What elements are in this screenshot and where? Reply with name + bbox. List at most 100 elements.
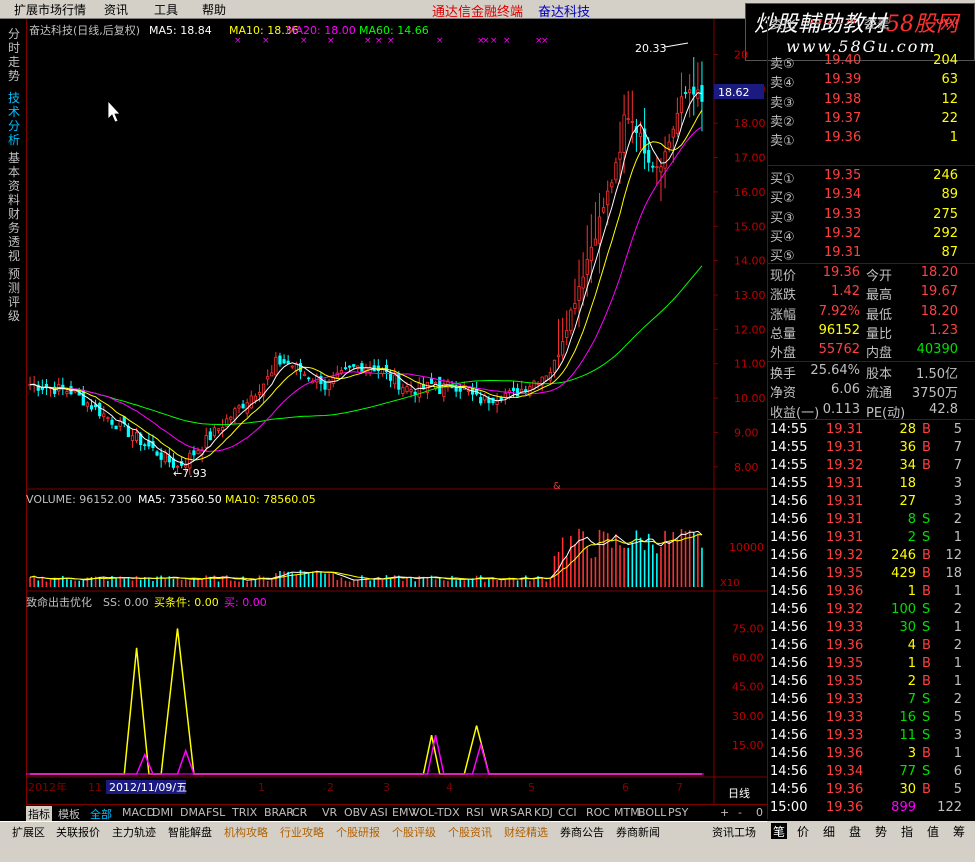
toolbar-wr[interactable]: WR (490, 806, 509, 819)
toolbar-psy[interactable]: PSY (668, 806, 688, 819)
price-tick: 14.00 (734, 255, 766, 268)
window-bottom (0, 839, 975, 862)
toolbar-vol-tdx[interactable]: VOL-TDX (412, 806, 460, 819)
statusbar-item[interactable]: 财经精选 (504, 824, 548, 840)
tab-technical[interactable]: 技术分析 (8, 91, 22, 151)
right-tab[interactable]: 势 (875, 823, 887, 840)
statusbar-item[interactable]: 个股资讯 (448, 824, 492, 840)
candle-body (618, 151, 622, 160)
toolbar-template[interactable]: 模板 (58, 806, 80, 822)
candle-body (405, 386, 409, 393)
statusbar-item[interactable]: 智能解盘 (168, 824, 212, 840)
statusbar-item[interactable]: 行业攻略 (280, 824, 324, 840)
kline-chart[interactable]: 奋达科技(日线,后复权) MA5: 18.84 MA10: 18.36 MA20… (26, 19, 767, 804)
candle-body (229, 416, 233, 420)
candle-body (622, 114, 626, 153)
right-tab[interactable]: 细 (823, 823, 835, 840)
candle-body (663, 151, 667, 169)
indicator-tick: 30.00 (732, 710, 764, 723)
ask-row: 卖④ 19.39 63 (770, 72, 958, 92)
toolbar-cr[interactable]: CR (292, 806, 307, 819)
toolbar-indicator[interactable]: 指标 (26, 806, 52, 822)
statusbar-item[interactable]: 个股评级 (392, 824, 436, 840)
tab-forecast[interactable]: 预测评级 (8, 267, 22, 327)
statusbar-info-workshop[interactable]: 资讯工场 (712, 824, 756, 840)
toolbar-boll[interactable]: BOLL (638, 806, 666, 819)
toolbar-rsi[interactable]: RSI (466, 806, 484, 819)
tab-financials[interactable]: 财务透视 (8, 207, 22, 267)
statusbar-item[interactable]: 扩展区 (12, 824, 45, 840)
toolbar-fsl[interactable]: FSL (206, 806, 225, 819)
toolbar-all[interactable]: 全部 (90, 806, 112, 822)
statusbar-item[interactable]: 券商新闻 (616, 824, 660, 840)
toolbar-brar[interactable]: BRAR (264, 806, 294, 819)
right-tab[interactable]: 指 (901, 823, 913, 840)
tick-row: 15:00 19.36 899 122 (770, 800, 962, 815)
signal-marker: × (300, 36, 308, 46)
statusbar-item[interactable]: 个股研报 (336, 824, 380, 840)
volume-ma10-line (29, 534, 703, 580)
menu-news[interactable]: 资讯 (104, 1, 128, 18)
mouse-cursor-icon (107, 99, 121, 123)
toolbar-vr[interactable]: VR (322, 806, 337, 819)
ask-row: 卖① 19.36 1 (770, 130, 958, 150)
candle-body (85, 402, 90, 407)
x-axis-month: 6 (622, 781, 629, 794)
candle-body (221, 426, 225, 431)
statusbar-item[interactable]: 关联报价 (56, 824, 100, 840)
candle-body (581, 276, 585, 289)
indicator-label: 致命出击优化 (26, 595, 92, 609)
toolbar-cci[interactable]: CCI (558, 806, 577, 819)
candle-body (134, 432, 139, 441)
statusbar-item[interactable]: 券商公告 (560, 824, 604, 840)
toolbar-mtm[interactable]: MTM (614, 806, 640, 819)
toolbar-dma[interactable]: DMA (180, 806, 206, 819)
reset-button[interactable]: 0 (756, 806, 763, 819)
right-tab[interactable]: 筹 (953, 823, 965, 840)
candle-body (253, 395, 257, 401)
tab-fundamentals[interactable]: 基本资料 (8, 151, 22, 211)
menu-tools[interactable]: 工具 (154, 1, 178, 18)
chart-title: 奋达科技(日线,后复权) (29, 23, 140, 37)
tick-row: 14:56 19.35 1 B 1 (770, 656, 962, 671)
right-tab[interactable]: 价 (797, 823, 809, 840)
toolbar-sar[interactable]: SAR (510, 806, 532, 819)
candle-body (233, 408, 237, 420)
toolbar-kdj[interactable]: KDJ (534, 806, 553, 819)
tab-intraday[interactable]: 分时走势 (8, 27, 22, 87)
panel-divider (768, 263, 975, 264)
right-tab[interactable]: 笔 (771, 823, 788, 840)
tick-row: 14:55 19.31 28 B 5 (770, 422, 962, 437)
toolbar-dmi[interactable]: DMI (152, 806, 173, 819)
candle-body (610, 182, 614, 188)
right-tab[interactable]: 盘 (849, 823, 861, 840)
toolbar-obv[interactable]: OBV (344, 806, 367, 819)
app-brand: 通达信金融终端 (432, 5, 524, 20)
ma20-line (29, 126, 703, 452)
stat-row: 总量 96152 量比 1.23 (770, 322, 958, 342)
candle-body (667, 141, 671, 149)
menu-help[interactable]: 帮助 (202, 1, 226, 18)
candle-body (237, 405, 241, 409)
toolbar-trix[interactable]: TRIX (232, 806, 257, 819)
candle-body (348, 365, 352, 368)
statusbar-item[interactable]: 机构攻略 (224, 824, 268, 840)
indicator-tick: 45.00 (732, 681, 764, 694)
indicator-tick: 75.00 (732, 622, 764, 635)
zoom-out-button[interactable]: - (738, 806, 742, 819)
zoom-in-button[interactable]: + (720, 806, 729, 819)
menu-extended-market[interactable]: 扩展市场行情 (14, 1, 86, 18)
period-label[interactable]: 日线 (728, 786, 750, 800)
toolbar-roc[interactable]: ROC (586, 806, 610, 819)
volume-ma5-line (29, 530, 703, 581)
toolbar-asi[interactable]: ASI (370, 806, 388, 819)
statusbar-item[interactable]: 主力轨迹 (112, 824, 156, 840)
stat-row: 涨跌 1.42 最高 19.67 (770, 284, 958, 304)
toolbar-macd[interactable]: MACD (122, 806, 155, 819)
cursor-date: 2012/11/09/五 (109, 781, 187, 794)
candle-body (573, 303, 577, 310)
candle-body (302, 373, 307, 376)
right-tab[interactable]: 值 (927, 823, 939, 840)
candle-body (106, 417, 110, 420)
candle-body (216, 428, 221, 431)
